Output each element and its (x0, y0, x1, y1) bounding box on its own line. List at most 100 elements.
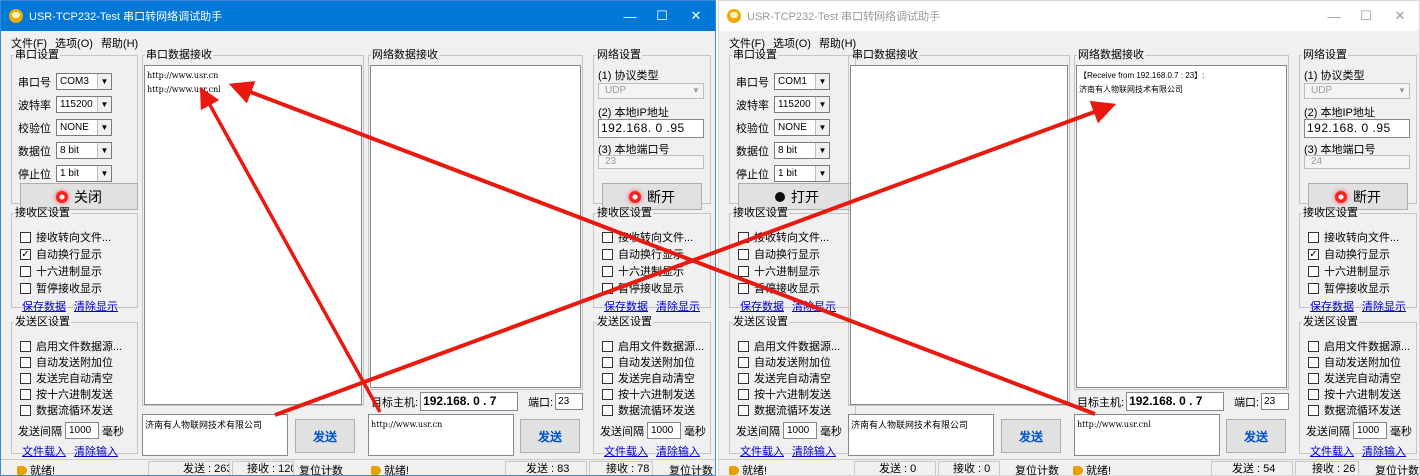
network-send-button[interactable]: 发送 (520, 419, 580, 453)
network-receive-textarea[interactable] (370, 65, 581, 388)
append-bits-checkbox[interactable]: 自动发送附加位 (20, 354, 113, 370)
net-interval-input[interactable]: 1000 (647, 422, 681, 439)
databits-select[interactable]: 8 bit ▼ (56, 142, 112, 159)
net-file-source-checkbox[interactable]: 启用文件数据源... (1308, 338, 1410, 354)
menu-help[interactable]: 帮助(H) (101, 35, 138, 50)
port-select[interactable]: COM3 ▼ (56, 73, 112, 90)
local-port-input[interactable]: 24 (1304, 155, 1410, 169)
net-auto-wrap-checkbox[interactable]: 自动换行显示 (602, 246, 684, 262)
auto-clear-checkbox[interactable]: 发送完自动清空 (20, 370, 113, 386)
hex-display-checkbox[interactable]: 十六进制显示 (738, 263, 820, 279)
serial-send-textarea[interactable]: 济南有人物联网技术有限公司 (848, 414, 994, 456)
network-receive-textarea[interactable]: 【Receive from 192.168.0.7 : 23】: 济南有人物联网… (1076, 65, 1287, 388)
redirect-file-checkbox[interactable]: 接收转向文件... (20, 229, 111, 245)
auto-wrap-checkbox[interactable]: ✓ 自动换行显示 (20, 246, 102, 262)
menu-file[interactable]: 文件(F) (11, 35, 47, 50)
serial-receive-textarea[interactable] (850, 65, 1068, 405)
net-auto-clear-checkbox[interactable]: 发送完自动清空 (1308, 370, 1401, 386)
serial-reset-count-link[interactable]: 复位计数 (299, 462, 343, 475)
port-select[interactable]: COM1 ▼ (774, 73, 830, 90)
stopbits-select[interactable]: 1 bit ▼ (774, 165, 830, 182)
serial-reset-count-link[interactable]: 复位计数 (1015, 462, 1059, 475)
file-source-checkbox[interactable]: 启用文件数据源... (738, 338, 840, 354)
interval-input[interactable]: 1000 (65, 422, 99, 439)
hex-send-checkbox[interactable]: 按十六进制发送 (738, 386, 831, 402)
net-hex-send-checkbox[interactable]: 按十六进制发送 (602, 386, 695, 402)
close-icon[interactable]: ✕ (675, 1, 715, 31)
pause-display-checkbox[interactable]: 暂停接收显示 (20, 280, 102, 296)
auto-clear-checkbox[interactable]: 发送完自动清空 (738, 370, 831, 386)
auto-wrap-checkbox[interactable]: 自动换行显示 (738, 246, 820, 262)
title-bar[interactable]: USR-TCP232-Test 串口转网络调试助手 — ☐ ✕ (719, 1, 1419, 31)
clear-input-link[interactable]: 清除输入 (792, 443, 836, 459)
interval-input[interactable]: 1000 (783, 422, 817, 439)
baud-select[interactable]: 115200 ▼ (56, 96, 112, 113)
net-pause-display-checkbox[interactable]: 暂停接收显示 (1308, 280, 1390, 296)
loop-send-checkbox[interactable]: 数据流循环发送 (738, 402, 831, 418)
network-disconnect-button[interactable]: 断开 (602, 183, 702, 210)
menu-options[interactable]: 选项(O) (55, 35, 93, 50)
clear-input-link[interactable]: 清除输入 (74, 443, 118, 459)
net-loop-send-checkbox[interactable]: 数据流循环发送 (1308, 402, 1401, 418)
net-pause-display-checkbox[interactable]: 暂停接收显示 (602, 280, 684, 296)
net-save-data-link[interactable]: 保存数据 (604, 298, 648, 314)
net-save-data-link[interactable]: 保存数据 (1310, 298, 1354, 314)
file-source-checkbox[interactable]: 启用文件数据源... (20, 338, 122, 354)
protocol-select[interactable]: UDP ▼ (598, 83, 704, 99)
pause-display-checkbox[interactable]: 暂停接收显示 (738, 280, 820, 296)
local-ip-input[interactable]: 192.168. 0 .95 (1304, 119, 1410, 138)
net-redirect-file-checkbox[interactable]: 接收转向文件... (1308, 229, 1399, 245)
net-auto-wrap-checkbox[interactable]: ✓ 自动换行显示 (1308, 246, 1390, 262)
clear-display-link[interactable]: 清除显示 (792, 298, 836, 314)
clear-display-link[interactable]: 清除显示 (74, 298, 118, 314)
net-loop-send-checkbox[interactable]: 数据流循环发送 (602, 402, 695, 418)
net-hex-send-checkbox[interactable]: 按十六进制发送 (1308, 386, 1401, 402)
menu-options[interactable]: 选项(O) (773, 35, 811, 50)
save-data-link[interactable]: 保存数据 (22, 298, 66, 314)
file-load-link[interactable]: 文件载入 (22, 443, 66, 459)
local-port-input[interactable]: 23 (598, 155, 704, 169)
net-file-load-link[interactable]: 文件载入 (604, 443, 648, 459)
local-ip-input[interactable]: 192.168. 0 .95 (598, 119, 704, 138)
protocol-select[interactable]: UDP ▼ (1304, 83, 1410, 99)
net-hex-display-checkbox[interactable]: 十六进制显示 (1308, 263, 1390, 279)
net-clear-display-link[interactable]: 清除显示 (1362, 298, 1406, 314)
parity-select[interactable]: NONE ▼ (56, 119, 112, 136)
network-send-textarea[interactable]: http://www.usr.cn (368, 414, 514, 456)
net-hex-display-checkbox[interactable]: 十六进制显示 (602, 263, 684, 279)
network-send-textarea[interactable]: http://www.usr.cnl (1074, 414, 1220, 456)
file-load-link[interactable]: 文件载入 (740, 443, 784, 459)
databits-select[interactable]: 8 bit ▼ (774, 142, 830, 159)
net-redirect-file-checkbox[interactable]: 接收转向文件... (602, 229, 693, 245)
target-port-input[interactable]: 23 (1261, 393, 1290, 410)
close-icon[interactable]: ✕ (1379, 1, 1419, 31)
network-send-button[interactable]: 发送 (1226, 419, 1286, 453)
save-data-link[interactable]: 保存数据 (740, 298, 784, 314)
target-ip-input[interactable]: 192.168. 0 . 7 (1126, 392, 1225, 411)
serial-send-textarea[interactable]: 济南有人物联网技术有限公司 (142, 414, 288, 456)
net-interval-input[interactable]: 1000 (1353, 422, 1387, 439)
baud-select[interactable]: 115200 ▼ (774, 96, 830, 113)
serial-open-button[interactable]: 打开 (738, 183, 856, 210)
loop-send-checkbox[interactable]: 数据流循环发送 (20, 402, 113, 418)
hex-send-checkbox[interactable]: 按十六进制发送 (20, 386, 113, 402)
serial-send-button[interactable]: 发送 (1001, 419, 1061, 453)
net-auto-clear-checkbox[interactable]: 发送完自动清空 (602, 370, 695, 386)
target-port-input[interactable]: 23 (555, 393, 584, 410)
serial-send-button[interactable]: 发送 (295, 419, 355, 453)
network-reset-count-link[interactable]: 复位计数 (1375, 462, 1419, 475)
net-file-load-link[interactable]: 文件载入 (1310, 443, 1354, 459)
net-clear-input-link[interactable]: 清除输入 (1362, 443, 1406, 459)
net-append-bits-checkbox[interactable]: 自动发送附加位 (602, 354, 695, 370)
hex-display-checkbox[interactable]: 十六进制显示 (20, 263, 102, 279)
net-append-bits-checkbox[interactable]: 自动发送附加位 (1308, 354, 1401, 370)
menu-file[interactable]: 文件(F) (729, 35, 765, 50)
net-file-source-checkbox[interactable]: 启用文件数据源... (602, 338, 704, 354)
net-clear-input-link[interactable]: 清除输入 (656, 443, 700, 459)
serial-close-button[interactable]: 关闭 (20, 183, 138, 210)
parity-select[interactable]: NONE ▼ (774, 119, 830, 136)
redirect-file-checkbox[interactable]: 接收转向文件... (738, 229, 829, 245)
menu-help[interactable]: 帮助(H) (819, 35, 856, 50)
network-disconnect-button[interactable]: 断开 (1308, 183, 1408, 210)
serial-receive-textarea[interactable]: http://www.usr.cn http://www.usr.cnl (144, 65, 362, 405)
